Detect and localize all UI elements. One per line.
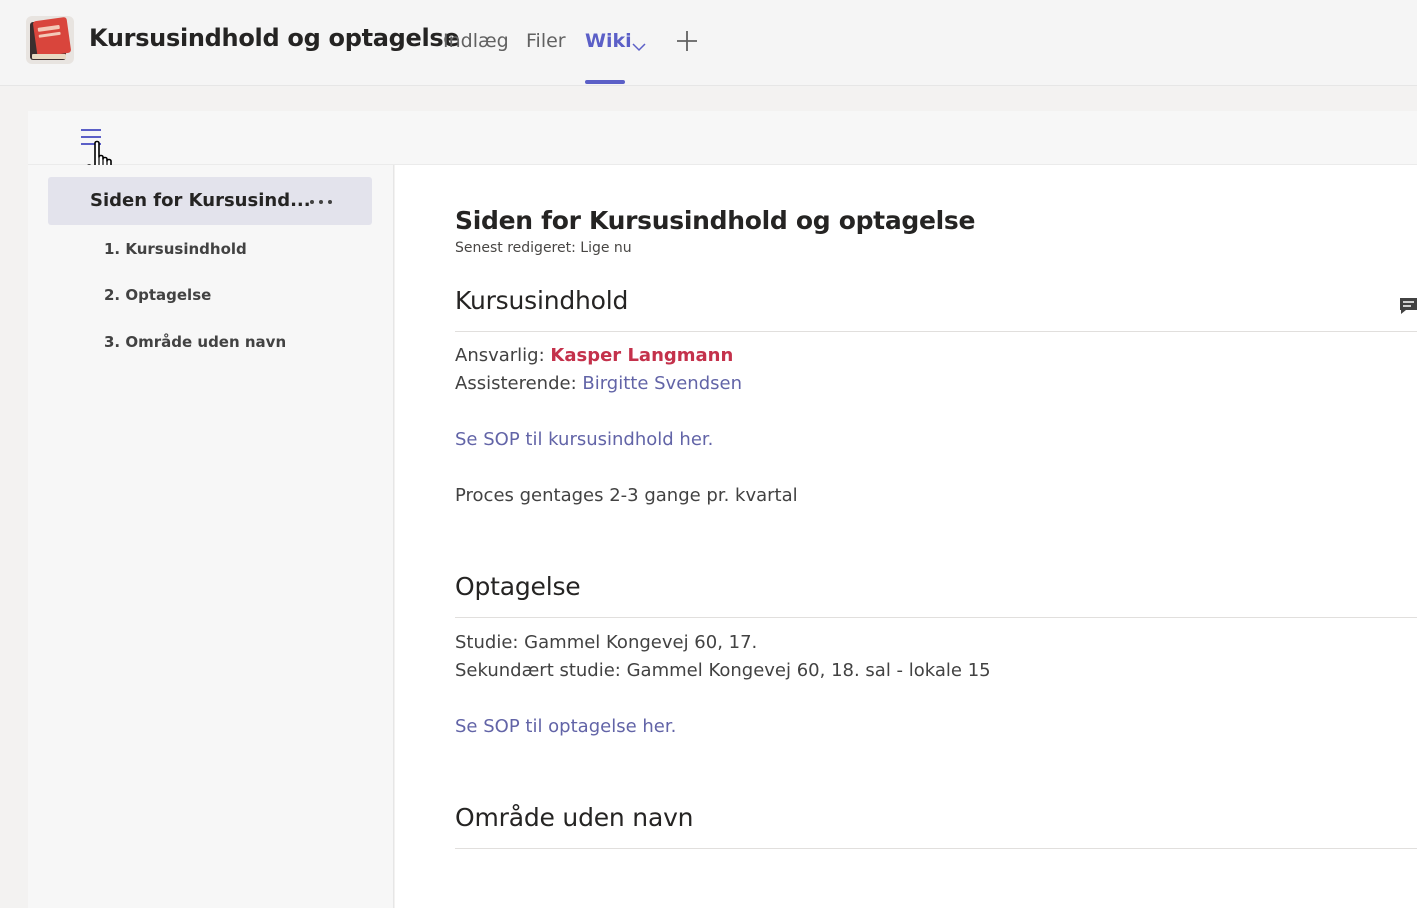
process-note: Proces gentages 2-3 gange pr. kvartal: [455, 485, 798, 506]
study-location: Studie: Gammel Kongevej 60, 17.: [455, 632, 758, 653]
responsible-label: Ansvarlig:: [455, 345, 551, 366]
sop-optagelse-link[interactable]: Se SOP til optagelse her.: [455, 716, 676, 737]
more-options-icon[interactable]: [308, 192, 334, 212]
section-divider: [455, 331, 1417, 332]
section-heading-kursusindhold: Kursusindhold: [455, 286, 629, 315]
tab-posts[interactable]: Indlæg: [443, 30, 509, 52]
section-heading-optagelse: Optagelse: [455, 572, 581, 601]
page-title: Siden for Kursusindhold og optagelse: [455, 206, 976, 235]
section-divider: [455, 848, 1417, 849]
section-heading-unnamed-area: Område uden navn: [455, 803, 694, 832]
wiki-toolbar: [28, 111, 1417, 165]
responsible-line: Ansvarlig: Kasper Langmann: [455, 345, 733, 366]
comment-icon[interactable]: [1398, 296, 1417, 316]
secondary-study-location: Sekundært studie: Gammel Kongevej 60, 18…: [455, 660, 991, 681]
channel-title: Kursusindhold og optagelse: [89, 24, 460, 52]
chevron-down-icon[interactable]: [632, 37, 646, 52]
sidebar-section-optagelse[interactable]: 2. Optagelse: [104, 286, 211, 304]
sop-kursusindhold-link[interactable]: Se SOP til kursusindhold her.: [455, 429, 713, 450]
active-tab-indicator: [585, 80, 625, 84]
responsible-mention[interactable]: Kasper Langmann: [550, 345, 733, 366]
section-divider: [455, 617, 1417, 618]
assistant-line: Assisterende: Birgitte Svendsen: [455, 373, 742, 394]
assistant-link[interactable]: Birgitte Svendsen: [582, 373, 742, 394]
assistant-label: Assisterende:: [455, 373, 583, 394]
add-tab-plus-icon[interactable]: [676, 30, 698, 52]
sidebar-page-label[interactable]: Siden for Kursusind...: [90, 190, 311, 211]
team-book-icon[interactable]: [26, 16, 74, 64]
wiki-content: [395, 165, 1417, 908]
sidebar-section-kursusindhold[interactable]: 1. Kursusindhold: [104, 240, 247, 258]
last-edited-label: Senest redigeret: Lige nu: [455, 240, 632, 256]
sidebar-section-unnamed-area[interactable]: 3. Område uden navn: [104, 333, 286, 351]
tab-wiki[interactable]: Wiki: [585, 30, 632, 52]
wiki-sidebar: [28, 165, 394, 908]
tab-files[interactable]: Filer: [526, 30, 566, 52]
